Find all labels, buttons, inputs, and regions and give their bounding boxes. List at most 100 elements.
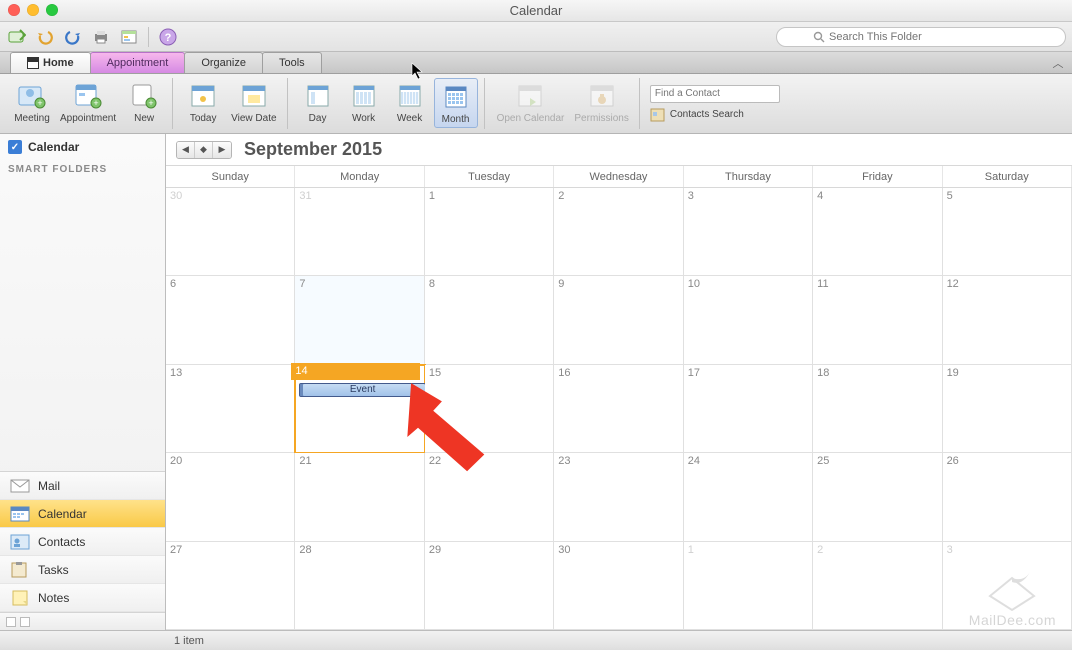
my-day-icon[interactable]	[118, 26, 140, 48]
calendar-cell[interactable]: 8	[425, 276, 554, 364]
calendar-cell[interactable]: 21	[295, 453, 424, 541]
minimize-window-button[interactable]	[27, 4, 39, 16]
new-button[interactable]: +New	[122, 78, 166, 126]
day-number: 12	[947, 278, 959, 290]
svg-text:+: +	[37, 98, 42, 108]
find-contact-input[interactable]	[650, 85, 780, 103]
calendar-cell[interactable]: 30	[554, 542, 683, 630]
meeting-button[interactable]: + Meeting	[10, 78, 54, 126]
calendar-cell[interactable]: 7	[295, 276, 424, 364]
search-field[interactable]	[776, 27, 1066, 47]
calendar-cell[interactable]: 2	[813, 542, 942, 630]
day-number: 8	[429, 278, 435, 290]
tab-appointment[interactable]: Appointment	[90, 52, 186, 73]
view-date-button[interactable]: View Date	[227, 78, 280, 126]
calendar-cell[interactable]: 2	[554, 188, 683, 276]
calendar-cell[interactable]: 19	[943, 365, 1072, 453]
meeting-label: Meeting	[14, 113, 50, 124]
navigation-pane: Mail Calendar Contacts Tasks Notes	[0, 471, 165, 612]
appointment-button[interactable]: +Appointment	[56, 78, 120, 126]
undo-icon[interactable]	[34, 26, 56, 48]
calendar-cell[interactable]: 16	[554, 365, 683, 453]
calendar-grid[interactable]: 30311234567891011121314Event151617181920…	[166, 188, 1072, 630]
status-bar: 1 item	[0, 630, 1072, 650]
calendar-cell[interactable]: 31	[295, 188, 424, 276]
today-button[interactable]: Today	[181, 78, 225, 126]
nav-notes[interactable]: Notes	[0, 584, 165, 612]
pane-toggle-2[interactable]	[20, 617, 30, 627]
search-input[interactable]	[829, 30, 1029, 44]
calendar-cell[interactable]: 18	[813, 365, 942, 453]
help-icon[interactable]: ?	[157, 26, 179, 48]
today-icon	[187, 80, 219, 112]
calendar-cell[interactable]: 1	[425, 188, 554, 276]
next-month-button[interactable]: ▶	[213, 142, 231, 158]
calendar-cell[interactable]: 9	[554, 276, 683, 364]
day-number: 6	[170, 278, 176, 290]
calendar-cell[interactable]: 17	[684, 365, 813, 453]
calendar-cell[interactable]: 13	[166, 365, 295, 453]
collapse-ribbon-icon[interactable]: ︿	[1050, 55, 1066, 71]
calendar-cell[interactable]: 28	[295, 542, 424, 630]
calendar-cell[interactable]: 3	[684, 188, 813, 276]
nav-contacts[interactable]: Contacts	[0, 528, 165, 556]
tab-organize-label: Organize	[201, 57, 246, 69]
calendar-cell[interactable]: 26	[943, 453, 1072, 541]
calendar-cell[interactable]: 29	[425, 542, 554, 630]
week-view-button[interactable]: Week	[388, 78, 432, 126]
contacts-search-button[interactable]: Contacts Search	[650, 107, 780, 123]
zoom-window-button[interactable]	[46, 4, 58, 16]
day-view-button[interactable]: Day	[296, 78, 340, 126]
permissions-label: Permissions	[574, 113, 628, 124]
calendar-cell[interactable]: 25	[813, 453, 942, 541]
pane-toggle-1[interactable]	[6, 617, 16, 627]
calendar-cell[interactable]: 10	[684, 276, 813, 364]
svg-text:?: ?	[165, 32, 172, 44]
tasks-icon	[10, 562, 30, 578]
tab-organize[interactable]: Organize	[184, 52, 263, 73]
redo-icon[interactable]	[62, 26, 84, 48]
ribbon-group-arrange: Day Work Week Month	[292, 78, 485, 129]
meeting-icon: +	[16, 80, 48, 112]
work-view-button[interactable]: Work	[342, 78, 386, 126]
calendar-cell[interactable]: 14Event	[295, 365, 424, 453]
calendar-cell[interactable]: 15	[425, 365, 554, 453]
close-window-button[interactable]	[8, 4, 20, 16]
permissions-button[interactable]: Permissions	[570, 78, 632, 126]
tab-tools[interactable]: Tools	[262, 52, 322, 73]
day-number: 17	[688, 367, 700, 379]
nav-calendar[interactable]: Calendar	[0, 500, 165, 528]
calendar-cell[interactable]: 27	[166, 542, 295, 630]
calendar-cell[interactable]: 5	[943, 188, 1072, 276]
calendar-cell[interactable]: 20	[166, 453, 295, 541]
nav-mail[interactable]: Mail	[0, 472, 165, 500]
today-diamond-button[interactable]: ◆	[195, 142, 213, 158]
day-number: 20	[170, 455, 182, 467]
calendar-cell[interactable]: 12	[943, 276, 1072, 364]
nav-tasks[interactable]: Tasks	[0, 556, 165, 584]
calendar-checkbox[interactable]: ✓ Calendar	[8, 140, 157, 154]
calendar-cell[interactable]: 22	[425, 453, 554, 541]
calendar-cell[interactable]: 6	[166, 276, 295, 364]
calendar-cell[interactable]: 24	[684, 453, 813, 541]
month-view-button[interactable]: Month	[434, 78, 478, 128]
nav-calendar-label: Calendar	[38, 507, 87, 521]
month-view-label: Month	[442, 114, 470, 125]
calendar-event[interactable]: Event	[299, 383, 425, 397]
calendar-cell[interactable]: 30	[166, 188, 295, 276]
calendar-cell[interactable]: 11	[813, 276, 942, 364]
send-receive-icon[interactable]	[6, 26, 28, 48]
appointment-icon: +	[72, 80, 104, 112]
weekday-header: Thursday	[684, 166, 813, 187]
calendar-cell[interactable]: 4	[813, 188, 942, 276]
prev-month-button[interactable]: ◀	[177, 142, 195, 158]
contacts-icon	[10, 534, 30, 550]
open-calendar-icon	[514, 80, 546, 112]
print-icon[interactable]	[90, 26, 112, 48]
tab-home[interactable]: Home	[10, 52, 91, 73]
calendar-cell[interactable]: 23	[554, 453, 683, 541]
ribbon: + Meeting +Appointment +New Today View Da…	[0, 74, 1072, 134]
open-calendar-button[interactable]: Open Calendar	[493, 78, 569, 126]
calendar-mini-icon	[27, 57, 39, 69]
calendar-cell[interactable]: 1	[684, 542, 813, 630]
